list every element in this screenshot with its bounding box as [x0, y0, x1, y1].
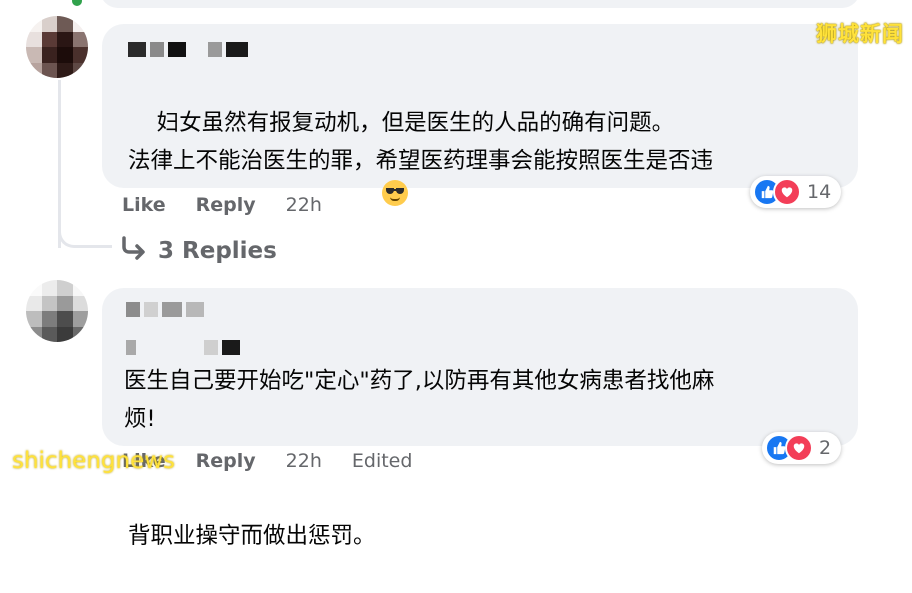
watermark-logo-text: 狮城新闻: [816, 22, 904, 46]
reactions-summary[interactable]: 14: [750, 176, 842, 208]
online-status-dot: [70, 0, 84, 8]
previous-comment-bubble: [100, 0, 860, 8]
reply-button[interactable]: Reply: [196, 450, 256, 472]
thread-connector-curve: [58, 216, 112, 248]
reply-button[interactable]: Reply: [196, 194, 256, 216]
comment-bubble: 医生自己要开始吃"定心"药了,以防再有其他女病患者找他麻 烦!: [102, 288, 858, 446]
comment-timestamp[interactable]: 22h: [286, 450, 322, 472]
comment-actions: Like Reply 22h: [122, 194, 322, 216]
edited-label[interactable]: Edited: [352, 450, 413, 472]
commenter-avatar[interactable]: [26, 16, 88, 78]
commenter-name-redacted[interactable]: [126, 302, 204, 317]
watermark-site-text: shichengnews: [12, 448, 176, 474]
commenter-name-redacted[interactable]: [128, 42, 248, 57]
reaction-count: 14: [807, 181, 832, 203]
heart-icon: [773, 178, 801, 206]
commenter-avatar[interactable]: [26, 280, 88, 342]
cool-emoji-icon: [381, 180, 408, 206]
like-button[interactable]: Like: [122, 194, 166, 216]
comment-text: 医生自己要开始吃"定心"药了,以防再有其他女病患者找他麻 烦!: [124, 368, 715, 432]
heart-icon: [785, 434, 813, 462]
view-replies-link[interactable]: 3 Replies: [120, 236, 277, 266]
reactions-summary[interactable]: 2: [762, 432, 842, 464]
comment-timestamp[interactable]: 22h: [286, 194, 322, 216]
comment-bubble: 妇女虽然有报复动机，但是医生的人品的确有问题。 法律上不能治医生的罪，希望医药理…: [102, 24, 858, 549]
reaction-count: 2: [819, 437, 832, 459]
replies-count-label: 3 Replies: [158, 238, 277, 264]
reply-arrow-icon: [120, 236, 148, 266]
commenter-subtitle-redacted: [126, 340, 240, 355]
